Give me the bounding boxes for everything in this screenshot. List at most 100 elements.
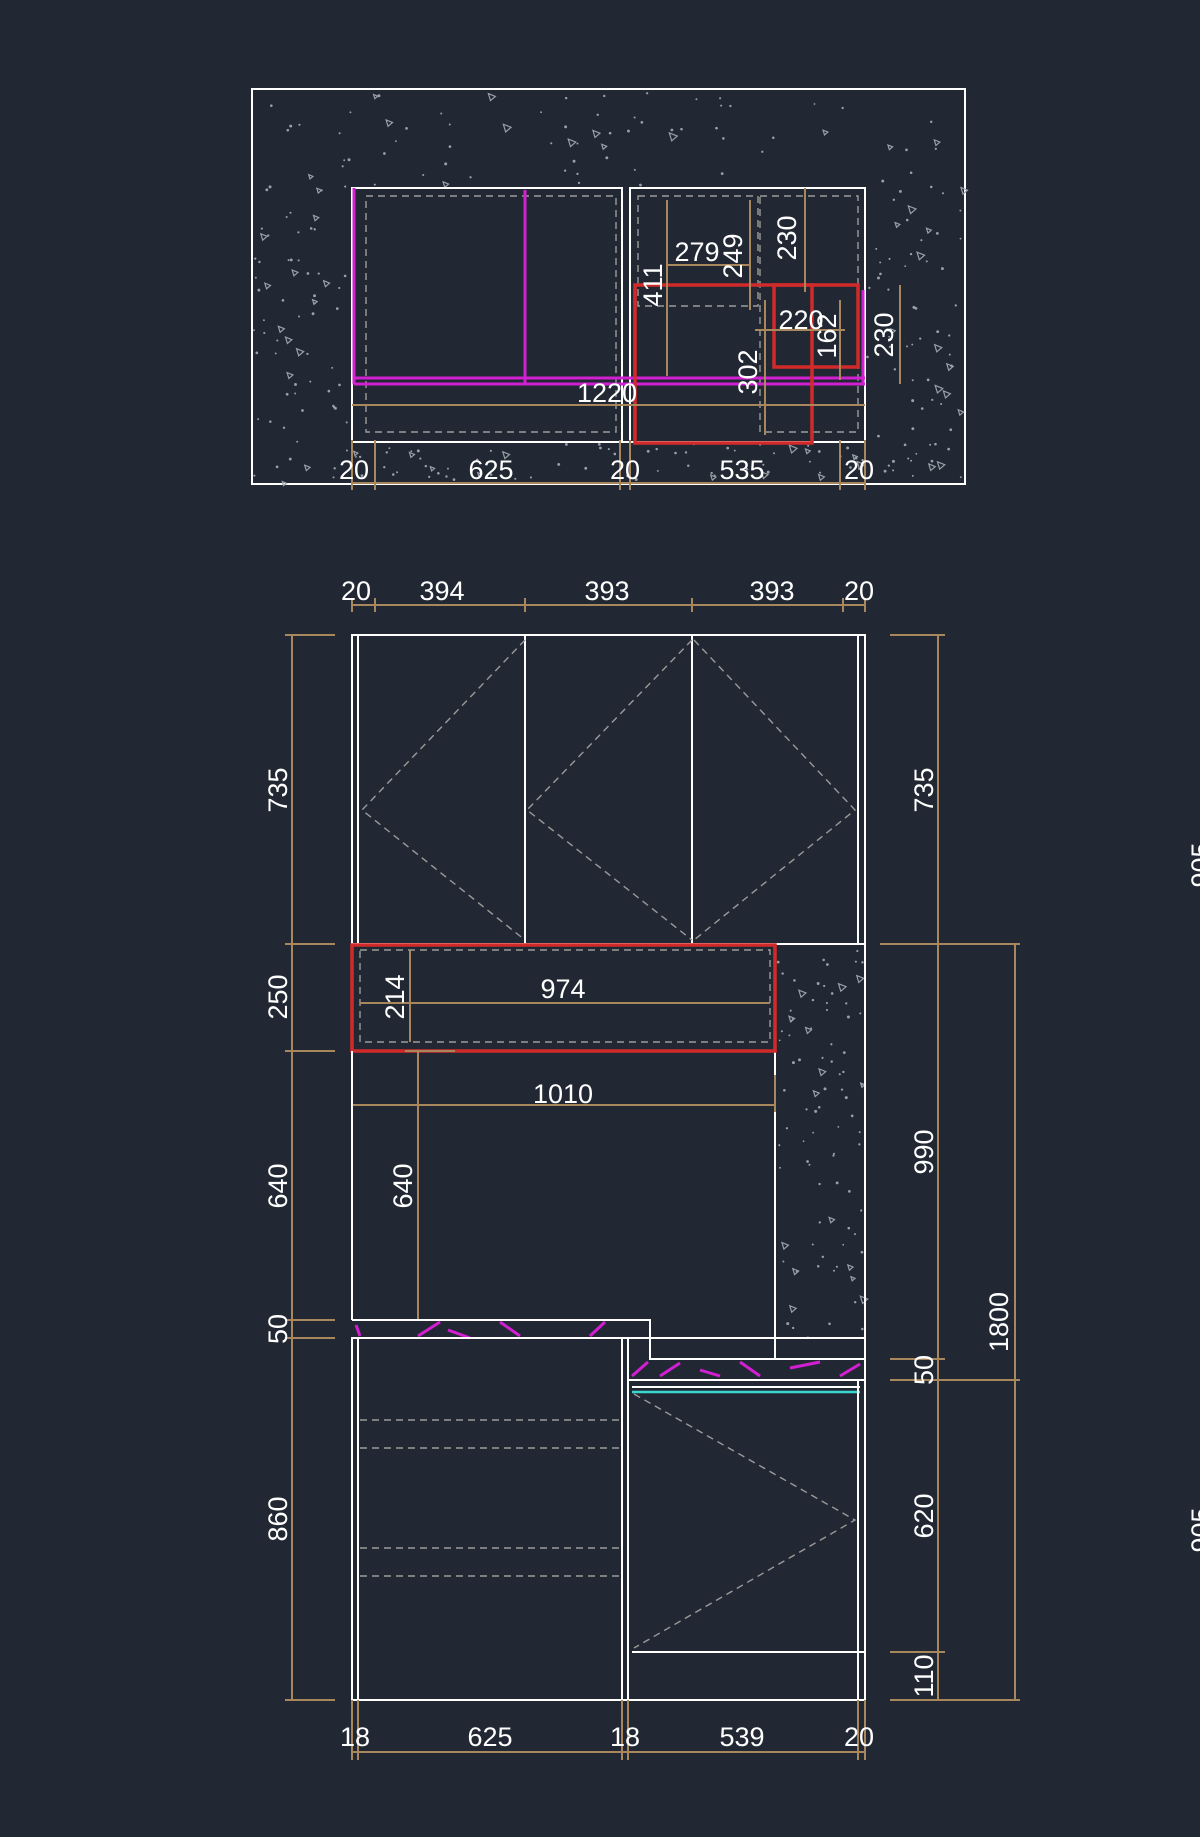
hatch-dot	[810, 1027, 813, 1030]
hatch-dot	[887, 464, 890, 467]
hatch-dot	[783, 1088, 786, 1092]
left-dim-735: 735	[263, 767, 293, 812]
hatch-dot	[837, 1125, 840, 1128]
hatch-dot	[954, 304, 957, 307]
hatch-dot	[335, 307, 339, 310]
hatch-dot	[877, 434, 880, 438]
hatch-dot	[808, 460, 811, 463]
hatch-dot	[853, 1300, 857, 1304]
plan-dim-625: 625	[468, 455, 513, 485]
hatch-dot	[627, 129, 630, 133]
hatch-dot	[830, 992, 834, 995]
left-dim-50: 50	[263, 1314, 293, 1344]
hatch-dot	[778, 1039, 781, 1042]
hatch-dot	[821, 1255, 825, 1259]
hatch-dot	[733, 449, 736, 452]
elev-bottom-dim-18-left: 18	[340, 1722, 370, 1752]
hatch-dot	[265, 188, 269, 192]
hatch-dot	[929, 443, 932, 446]
right-dim-990: 990	[909, 1129, 939, 1174]
plan-dim-411: 411	[638, 263, 668, 306]
elev-top-dim-20-left: 20	[341, 576, 371, 606]
hatch-dot	[847, 1226, 851, 1230]
hatch-dot	[792, 1326, 795, 1330]
hatch-dot	[422, 173, 425, 177]
hatch-dot	[674, 451, 677, 455]
hatch-dot	[812, 1131, 815, 1134]
hatch-dot	[959, 209, 962, 212]
hatch-mark	[303, 464, 312, 472]
hatch-mark	[927, 462, 937, 472]
hatch-dot	[879, 272, 882, 276]
hatch-dot	[833, 1269, 835, 1272]
hatch-dot	[830, 1060, 833, 1063]
hatch-dot	[959, 476, 962, 479]
hatch-dot	[550, 142, 553, 145]
hatch-mark	[312, 214, 320, 222]
hatch-dot	[262, 319, 265, 322]
hatch-dot	[596, 113, 599, 117]
hatch-dot	[780, 1030, 783, 1033]
hatch-dot	[842, 1070, 845, 1074]
hatch-dot	[835, 1181, 839, 1185]
hatch-dot	[947, 447, 951, 451]
hatch-dot	[779, 1166, 781, 1169]
hatch-mark	[600, 143, 608, 151]
hatch-dot	[940, 403, 943, 405]
hatch-dot	[540, 111, 542, 114]
hatch-dot	[289, 258, 293, 262]
hatch-dot	[858, 1131, 861, 1134]
hatch-dot	[934, 147, 937, 150]
hatch-dot	[258, 260, 261, 264]
hatch-dot	[275, 465, 279, 469]
hatch-dot	[320, 189, 323, 192]
hatch-dot	[825, 1008, 829, 1012]
hatch-dot	[822, 958, 825, 962]
hatch-mark	[804, 447, 812, 455]
hatch-mark	[502, 123, 513, 134]
hatch-dot	[802, 1140, 805, 1143]
hatch-mark	[291, 268, 300, 277]
hatch-dot	[344, 185, 347, 188]
hatch-mark	[817, 473, 826, 482]
hatch-mark	[442, 180, 450, 189]
right-dim-735: 735	[909, 767, 939, 812]
hatch-dot	[888, 257, 891, 260]
elev-right-dim-chain: 735 990 50 620 110	[880, 634, 1020, 1701]
hatch-mark	[295, 347, 305, 357]
hatch-dot	[437, 471, 440, 475]
hatch-dot	[428, 475, 431, 479]
hatch-mark	[933, 138, 941, 147]
hatch-dot	[929, 185, 933, 189]
hatch-dot	[605, 156, 609, 160]
hatch-dot	[254, 276, 257, 279]
hatch-dot	[274, 352, 277, 355]
hatch-dot	[253, 474, 256, 477]
hatch-mark	[933, 343, 943, 353]
hatch-dot	[720, 104, 723, 107]
hatch-dot	[844, 1096, 848, 1100]
hatch-dot	[373, 183, 376, 186]
hatch-dot	[892, 469, 895, 472]
hatch-dot	[288, 457, 292, 461]
hatch-dot	[795, 1270, 799, 1273]
hatch-dot	[529, 476, 533, 479]
hatch-dot	[846, 1015, 850, 1019]
countertops	[352, 1319, 865, 1700]
plan-dim-302: 302	[733, 349, 763, 394]
hatch-dot	[577, 181, 581, 185]
hatch-dot	[930, 120, 933, 124]
hatch-dot	[633, 168, 636, 171]
hatch-dot	[424, 464, 428, 468]
hatch-dot	[781, 972, 784, 975]
hatch-dot	[440, 112, 443, 115]
left-dim-860: 860	[263, 1496, 293, 1541]
hatch-dot	[832, 1152, 836, 1155]
hatch-dot	[904, 265, 907, 268]
hatch-dot	[935, 232, 939, 235]
elev-bottom-dim-539: 539	[719, 1722, 764, 1752]
hatch-dot	[564, 443, 568, 446]
elev-top-dim-20-right: 20	[844, 576, 874, 606]
hatch-mark	[846, 1263, 855, 1272]
hatch-dot	[260, 227, 263, 230]
